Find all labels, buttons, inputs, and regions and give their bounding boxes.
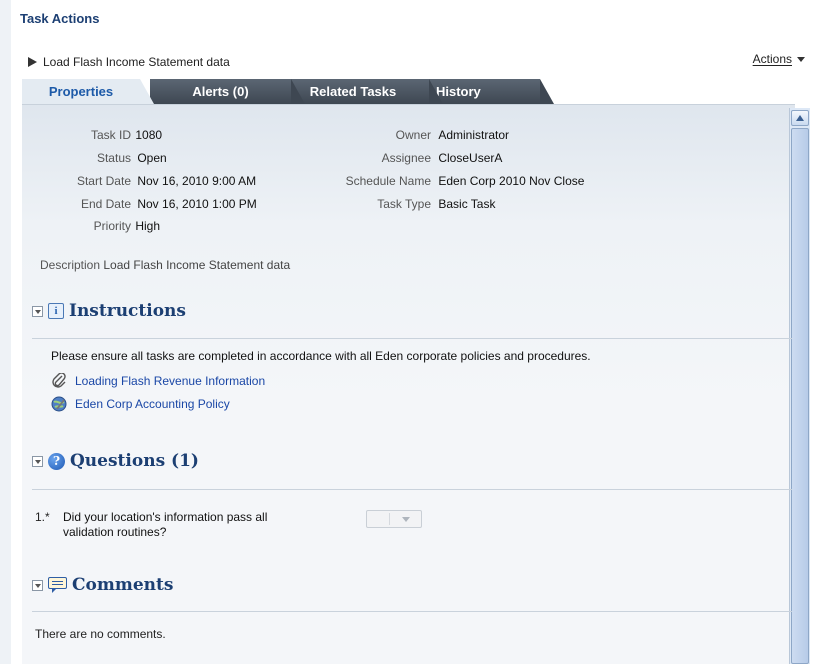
- task-type-field: Task Type Basic Task: [300, 197, 495, 211]
- link-label[interactable]: Eden Corp Accounting Policy: [75, 397, 230, 411]
- task-type-label: Task Type: [377, 197, 431, 211]
- comment-icon: [48, 577, 67, 593]
- instruction-link[interactable]: Eden Corp Accounting Policy: [51, 396, 230, 412]
- status-field: Status Open: [40, 151, 167, 165]
- question-text-line1: Did your location's information pass all: [63, 510, 268, 524]
- questions-title: Questions (1): [70, 451, 199, 471]
- actions-menu-label: Actions: [752, 52, 792, 66]
- priority-value: High: [135, 219, 161, 233]
- left-gutter: [0, 0, 11, 664]
- questions-header[interactable]: ? Questions (1): [32, 451, 199, 471]
- start-date-field: Start Date Nov 16, 2010 9:00 AM: [40, 174, 256, 188]
- task-id-value: 1080: [135, 128, 163, 142]
- assignee-value: CloseUserA: [438, 151, 503, 165]
- collapse-toggle-icon[interactable]: [32, 579, 43, 591]
- task-type-value: Basic Task: [438, 197, 496, 211]
- status-value: Open: [137, 151, 167, 165]
- assignee-field: Assignee CloseUserA: [300, 151, 503, 165]
- actions-menu[interactable]: Actions: [753, 52, 805, 66]
- owner-value: Administrator: [438, 128, 510, 142]
- chevron-down-icon: [402, 517, 410, 522]
- owner-field: Owner Administrator: [300, 128, 509, 142]
- assignee-label: Assignee: [381, 151, 431, 165]
- globe-link-icon: [51, 396, 67, 412]
- schedule-name-value: Eden Corp 2010 Nov Close: [438, 174, 585, 188]
- task-id-field: Task ID 1080: [40, 128, 162, 142]
- description-field: Description Load Flash Income Statement …: [40, 258, 290, 272]
- link-label[interactable]: Loading Flash Revenue Information: [75, 374, 265, 388]
- priority-field: Priority High: [40, 219, 160, 233]
- tab-alerts[interactable]: Alerts (0): [150, 79, 305, 104]
- comments-title: Comments: [72, 575, 174, 595]
- comments-header[interactable]: Comments: [32, 575, 173, 595]
- end-date-label: End Date: [80, 197, 131, 211]
- instruction-link[interactable]: Loading Flash Revenue Information: [51, 373, 265, 389]
- question-answer-dropdown[interactable]: [366, 510, 422, 528]
- divider: [32, 338, 792, 339]
- end-date-field: End Date Nov 16, 2010 1:00 PM: [40, 197, 257, 211]
- description-label: Description: [40, 258, 101, 272]
- collapse-toggle-icon[interactable]: [32, 305, 43, 317]
- description-value: Load Flash Income Statement data: [103, 258, 291, 272]
- divider: [32, 489, 792, 490]
- task-header[interactable]: Load Flash Income Statement data: [28, 55, 230, 69]
- paperclip-icon: [52, 373, 66, 388]
- status-label: Status: [96, 151, 131, 165]
- question-icon: ?: [48, 452, 65, 470]
- task-id-label: Task ID: [90, 128, 131, 142]
- scroll-up-icon[interactable]: [791, 110, 809, 126]
- info-icon: i: [48, 303, 64, 319]
- task-name: Load Flash Income Statement data: [43, 55, 230, 69]
- schedule-name-field: Schedule Name Eden Corp 2010 Nov Close: [300, 174, 585, 188]
- instructions-title: Instructions: [69, 301, 186, 321]
- schedule-name-label: Schedule Name: [345, 174, 431, 188]
- scroll-thumb[interactable]: [791, 128, 809, 664]
- question-text-line2: validation routines?: [63, 525, 167, 539]
- chevron-down-icon: [797, 56, 805, 62]
- start-date-label: Start Date: [76, 174, 131, 188]
- owner-label: Owner: [395, 128, 431, 142]
- expand-triangle-icon[interactable]: [28, 57, 37, 67]
- tab-properties[interactable]: Properties: [22, 79, 154, 104]
- priority-label: Priority: [93, 219, 131, 233]
- vertical-scrollbar[interactable]: [789, 108, 810, 664]
- end-date-value: Nov 16, 2010 1:00 PM: [137, 197, 257, 211]
- divider: [32, 611, 792, 612]
- collapse-toggle-icon[interactable]: [32, 455, 43, 467]
- instructions-text: Please ensure all tasks are completed in…: [51, 349, 591, 363]
- panel-title: Task Actions: [20, 11, 100, 26]
- no-comments-text: There are no comments.: [35, 627, 166, 641]
- instructions-header[interactable]: i Instructions: [32, 301, 186, 321]
- start-date-value: Nov 16, 2010 9:00 AM: [137, 174, 257, 188]
- question-number: 1.*: [35, 510, 50, 524]
